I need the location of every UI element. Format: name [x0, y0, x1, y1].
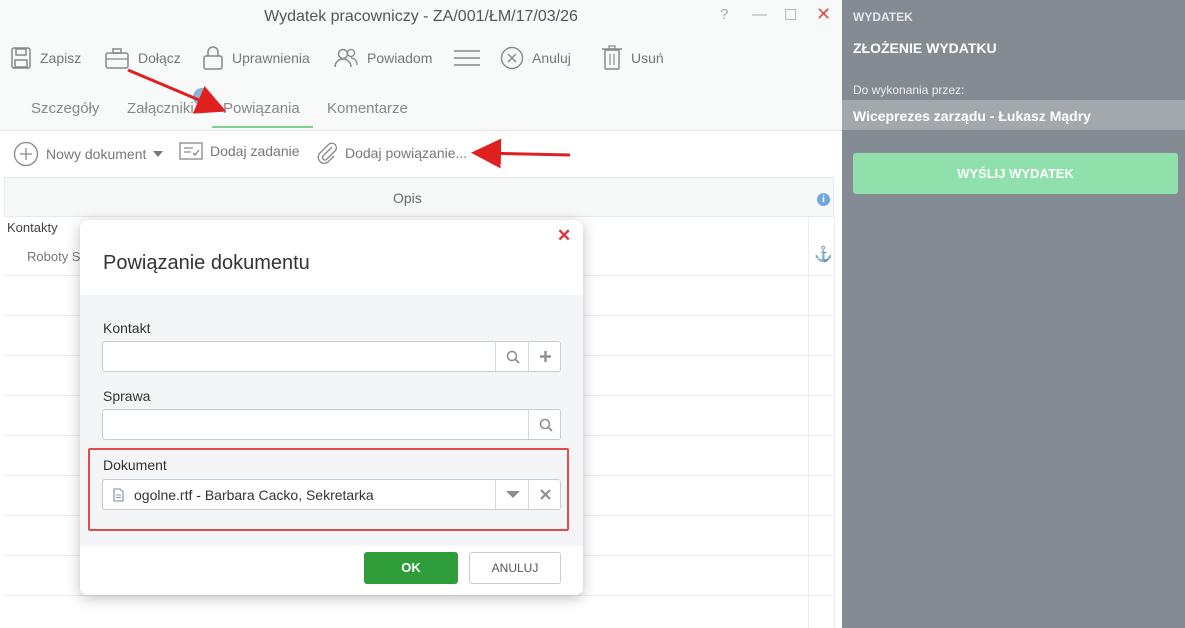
- column-divider: [834, 217, 835, 628]
- anchor-icon[interactable]: ⚓: [814, 245, 833, 263]
- column-divider: [808, 217, 809, 628]
- tab-details[interactable]: Szczegóły: [31, 100, 99, 117]
- new-document-label: Nowy dokument: [46, 146, 147, 162]
- notify-label: Powiadom: [367, 50, 433, 66]
- help-icon[interactable]: ?: [720, 6, 728, 23]
- link-document-dialog: Powiązanie dokumentu ✕ Kontakt Sprawa Do…: [80, 220, 583, 595]
- toolbar: Zapisz Dołącz Uprawnienia Powiadom Anulu…: [0, 34, 842, 84]
- case-field[interactable]: [102, 409, 561, 440]
- save-label: Zapisz: [40, 50, 82, 66]
- group-label-contacts: Kontakty: [7, 220, 58, 235]
- minimize-icon[interactable]: —: [752, 6, 767, 23]
- contact-label: Kontakt: [103, 320, 151, 336]
- task-icon: [179, 142, 203, 160]
- new-document-button[interactable]: Nowy dokument: [13, 141, 164, 167]
- add-link-label: Dodaj powiązanie...: [345, 145, 468, 161]
- delete-label: Usuń: [631, 50, 664, 66]
- cancel-dialog-button[interactable]: ANULUJ: [469, 552, 561, 584]
- dialog-header: Powiązanie dokumentu ✕: [80, 220, 583, 295]
- search-icon[interactable]: [528, 410, 562, 439]
- attach-label: Dołącz: [138, 50, 181, 66]
- table-header: Opis i: [4, 177, 834, 217]
- lock-icon: [203, 46, 223, 70]
- panel-caption: WYDATEK: [853, 10, 913, 24]
- assignee-row[interactable]: Wiceprezes zarządu - Łukasz Mądry: [842, 100, 1185, 130]
- add-task-button[interactable]: Dodaj zadanie: [179, 141, 300, 161]
- tab-comments[interactable]: Komentarze: [327, 100, 408, 117]
- contact-field[interactable]: [102, 341, 561, 372]
- tab-bar: Szczegóły Załączniki Powiązania Komentar…: [0, 84, 842, 131]
- cancel-button[interactable]: Anuluj: [500, 44, 571, 72]
- action-bar: Nowy dokument Dodaj zadanie Dodaj powiąz…: [0, 131, 842, 175]
- delete-button[interactable]: Usuń: [601, 44, 664, 72]
- add-link-button[interactable]: Dodaj powiązanie...: [316, 141, 467, 165]
- paperclip-icon: [317, 142, 337, 164]
- save-button[interactable]: Zapisz: [10, 44, 81, 72]
- info-icon[interactable]: i: [817, 193, 830, 206]
- table-row[interactable]: Roboty S: [27, 249, 80, 264]
- window-title: Wydatek pracowniczy - ZA/001/ŁM/17/03/26: [0, 0, 842, 34]
- permissions-label: Uprawnienia: [232, 50, 310, 66]
- permissions-button[interactable]: Uprawnienia: [202, 44, 310, 72]
- column-header-description[interactable]: Opis: [393, 190, 422, 206]
- close-icon[interactable]: ✕: [816, 4, 831, 25]
- panel-title: ZŁOŻENIE WYDATKU: [853, 40, 997, 56]
- plus-circle-icon: [13, 141, 39, 167]
- menu-button[interactable]: [453, 44, 481, 72]
- active-tab-indicator: [212, 126, 313, 128]
- close-icon[interactable]: ✕: [557, 226, 571, 246]
- attachment-count-badge: [193, 88, 211, 106]
- row-divider: [4, 595, 834, 596]
- floppy-icon: [11, 47, 31, 69]
- cancel-circle-icon: [500, 46, 524, 70]
- cancel-label: Anuluj: [532, 50, 571, 66]
- plus-icon[interactable]: [528, 342, 562, 371]
- assigned-label: Do wykonania przez:: [853, 83, 965, 97]
- assignee-name: Wiceprezes zarządu - Łukasz Mądry: [853, 108, 1091, 124]
- attach-button[interactable]: Dołącz: [104, 44, 181, 72]
- tab-attachments[interactable]: Załączniki: [127, 100, 194, 117]
- search-icon[interactable]: [495, 342, 529, 371]
- add-task-label: Dodaj zadanie: [210, 143, 300, 159]
- dialog-footer: OK ANULUJ: [80, 546, 583, 595]
- case-label: Sprawa: [103, 388, 151, 404]
- notify-button[interactable]: Powiadom: [333, 44, 432, 72]
- dialog-title: Powiązanie dokumentu: [103, 252, 310, 274]
- send-expense-button[interactable]: WYŚLIJ WYDATEK: [853, 153, 1178, 194]
- ok-button[interactable]: OK: [364, 552, 458, 584]
- maximize-icon[interactable]: ☐: [784, 6, 797, 24]
- highlight-box: [88, 448, 569, 531]
- tab-relations[interactable]: Powiązania: [223, 100, 300, 117]
- briefcase-icon: [105, 48, 129, 69]
- trash-icon: [602, 45, 622, 70]
- hamburger-icon: [454, 50, 480, 66]
- users-icon: [334, 48, 358, 68]
- caret-down-icon: [153, 151, 164, 157]
